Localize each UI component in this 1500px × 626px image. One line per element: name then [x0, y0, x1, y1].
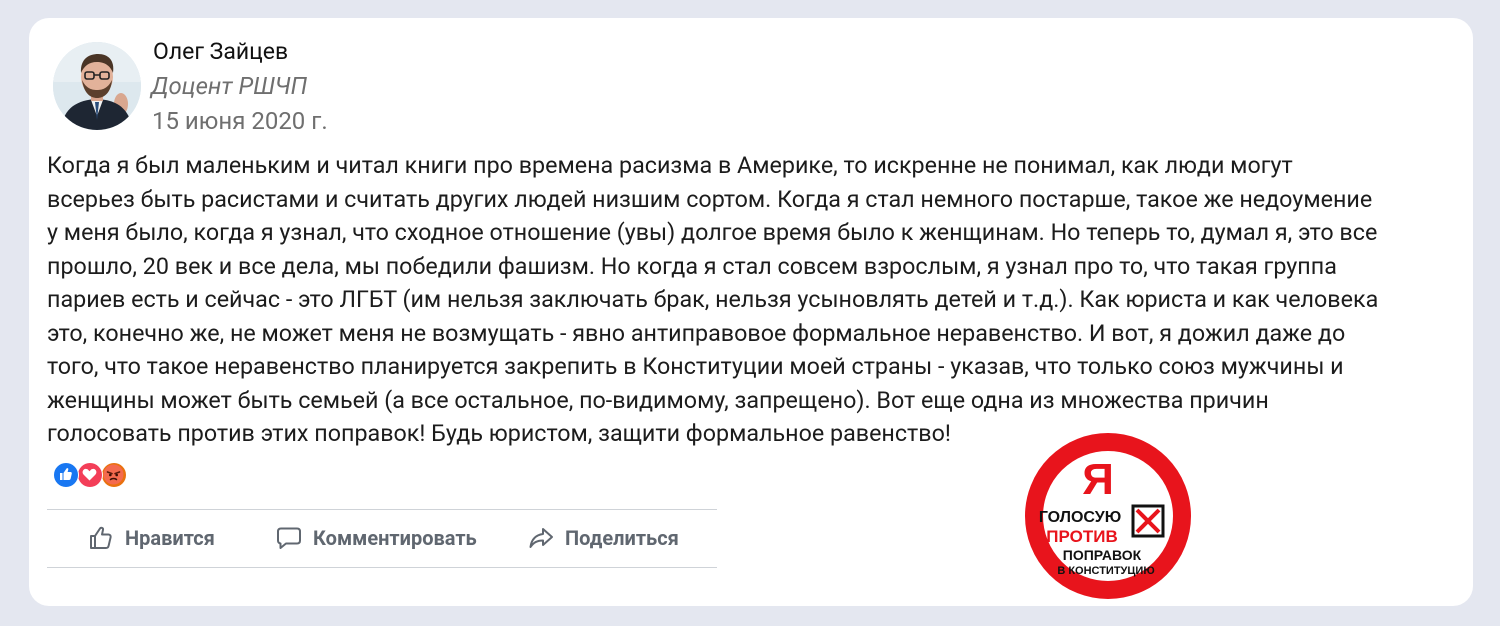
post-text-line: того, что такое неравенство планируется … [47, 352, 1344, 380]
badge-big-letter: Я [1082, 455, 1114, 504]
like-reaction-icon [53, 462, 79, 488]
post-text-line: прошло, 20 век и все дела, мы победили ф… [47, 251, 1337, 280]
author-name[interactable]: Олег Зайцев [153, 38, 288, 65]
love-reaction-icon [77, 462, 103, 488]
post-text-line: париев есть и сейчас - это ЛГБТ (им нель… [47, 285, 1379, 313]
post-text-line: всерьез быть расистами и считать других … [47, 184, 1373, 213]
badge-line-1: ГОЛОСУЮ [1039, 509, 1121, 526]
ballot-cross-box-icon [1131, 504, 1165, 538]
post-text-line: женщины может быть семьей (а все остальн… [47, 385, 1269, 414]
author-avatar[interactable] [53, 42, 141, 130]
post-text-line: это, конечно же, не может меня не возмущ… [47, 318, 1346, 347]
post-text-line: Когда я был маленьким и читал книги про … [47, 151, 1293, 179]
post-text: Когда я был маленьким и читал книги про … [47, 149, 1447, 451]
post-text-line: голосовать против этих поправок! Будь юр… [47, 419, 951, 447]
comment-button[interactable]: Комментировать [275, 520, 477, 556]
share-button-label: Поделиться [565, 526, 679, 550]
reaction-summary[interactable] [53, 462, 133, 490]
author-position: Доцент РШЧП [151, 72, 308, 100]
vote-against-amendments-badge: Я ГОЛОСУЮ ПРОТИВ ПОПРАВОК В КОНСТИТУЦИЮ [1022, 430, 1194, 602]
comment-button-label: Комментировать [313, 526, 477, 550]
badge-line-2: ПРОТИВ [1046, 527, 1117, 546]
post-text-line: у меня было, когда я узнал, что сходное … [47, 218, 1378, 246]
like-button-label: Нравится [125, 526, 215, 550]
like-button[interactable]: Нравится [87, 520, 215, 556]
post-card: Олег Зайцев Доцент РШЧП 15 июня 2020 г. … [29, 18, 1473, 606]
comment-icon [275, 524, 303, 552]
post-date[interactable]: 15 июня 2020 г. [152, 107, 328, 135]
actions-divider-bottom [47, 567, 717, 568]
actions-divider-top [47, 509, 717, 510]
angry-reaction-icon [101, 462, 127, 488]
badge-line-4: В КОНСТИТУЦИЮ [1057, 565, 1154, 577]
thumbs-up-icon [87, 524, 115, 552]
share-button[interactable]: Поделиться [527, 520, 679, 556]
share-icon [527, 524, 555, 552]
badge-line-3: ПОПРАВОК [1063, 547, 1142, 563]
